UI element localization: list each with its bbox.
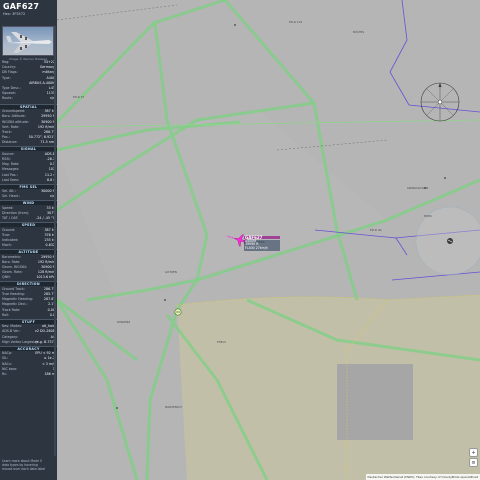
map-view[interactable]: ED-R 119 ED-R 97 GÖTZEN BÜCHEL NORVENICH SPAN… — [57, 0, 480, 480]
info-value: 1013.6 hPa — [36, 275, 55, 280]
info-label: Distance: — [2, 140, 18, 145]
info-value: (e.g. B-757) — [35, 339, 55, 344]
aircraft-map-label[interactable]: GAF627 A400M 39990 ft FL400 27km/h — [244, 235, 280, 251]
help-footer: Learn more about Mode S data types by ho… — [2, 459, 46, 471]
sidebar-scrollbar[interactable] — [54, 26, 56, 456]
section-header-direction[interactable]: DIRECTION — [0, 281, 57, 287]
map-place-label: BÜCHEL — [353, 30, 365, 34]
zoom-in-button[interactable]: + — [469, 448, 478, 457]
info-value: 71.5 nmi — [40, 140, 55, 145]
section-header-fms-sel[interactable]: FMS SEL — [0, 183, 57, 189]
info-label: QNH: — [2, 275, 11, 280]
vor-compass-rose — [420, 82, 460, 122]
section-header-accuracy[interactable]: ACCURACY — [0, 345, 57, 351]
info-label: Rc: — [2, 372, 8, 376]
info-row: Rc: 186 m — [2, 372, 55, 377]
info-label: Sel. Head.: — [2, 194, 20, 199]
map-place-label: ED-D 9A — [370, 228, 382, 232]
airport-icon — [174, 308, 182, 316]
info-row: Mach: 0.632 — [2, 243, 55, 248]
info-label: Mach: — [2, 243, 12, 248]
map-place-label: ED-R 97 — [73, 95, 85, 99]
info-label: High Vortex Largesize — [2, 339, 38, 344]
info-row: Route: n/a — [2, 96, 55, 101]
info-value: -24 / -45 °C — [36, 216, 55, 221]
info-row: Roll: 0.0 — [2, 313, 55, 318]
map-place-label: NORVENICH — [165, 405, 182, 409]
map-place-label: GÖTZEN — [165, 270, 177, 274]
section-header-signal[interactable]: SIGNAL — [0, 146, 57, 152]
map-attribution: Deutscher Wetterdienst (DWD): Tiles cour… — [365, 474, 480, 480]
section-header-wind[interactable]: WIND — [0, 200, 57, 206]
callsign: GAF627 — [3, 2, 40, 11]
info-label: TAT / OAT: — [2, 216, 19, 221]
section-header-stuff[interactable]: STUFF — [0, 318, 57, 324]
layers-button[interactable]: ≡ — [469, 458, 478, 467]
info-label: Route: — [2, 96, 13, 101]
info-row: High Vortex Largesize (e.g. B-757) — [2, 340, 55, 345]
restricted-area — [337, 364, 413, 440]
info-label: Last Seen: — [2, 177, 20, 182]
info-row: TAT / OAT: -24 / -45 °C — [2, 216, 55, 221]
section-header-altitude[interactable]: ALTITUDE — [0, 249, 57, 254]
map-place-label: EHELS — [217, 340, 226, 344]
map-place-label: KOBLENZ — [117, 320, 131, 324]
map-place-label: SPANGDAHLEM — [407, 186, 429, 190]
info-row: Last Seen: 6.6 s — [2, 178, 55, 183]
map-label-speed: FL400 27km/h — [244, 246, 280, 251]
map-place-label: ED-R 119 — [289, 20, 303, 24]
aircraft-header: GAF627 Hex: 3F5572 — [0, 0, 57, 24]
info-row: QNH: 1013.6 hPa — [2, 275, 55, 280]
map-place-label: EDDK — [424, 214, 432, 218]
aircraft-photo[interactable] — [2, 26, 54, 56]
section-header-speed[interactable]: SPEED — [0, 222, 57, 227]
aircraft-info-panel: GAF627 Hex: 3F5572 Image © Werner Hellwe… — [0, 0, 57, 480]
info-row: Sel. Head.: n/a — [2, 194, 55, 199]
info-row: Distance: 71.5 nmi — [2, 140, 55, 145]
info-label: Roll: — [2, 312, 10, 317]
section-header-spatial[interactable]: SPATIAL — [0, 103, 57, 109]
hex-code: Hex: 3F5572 — [3, 12, 26, 16]
